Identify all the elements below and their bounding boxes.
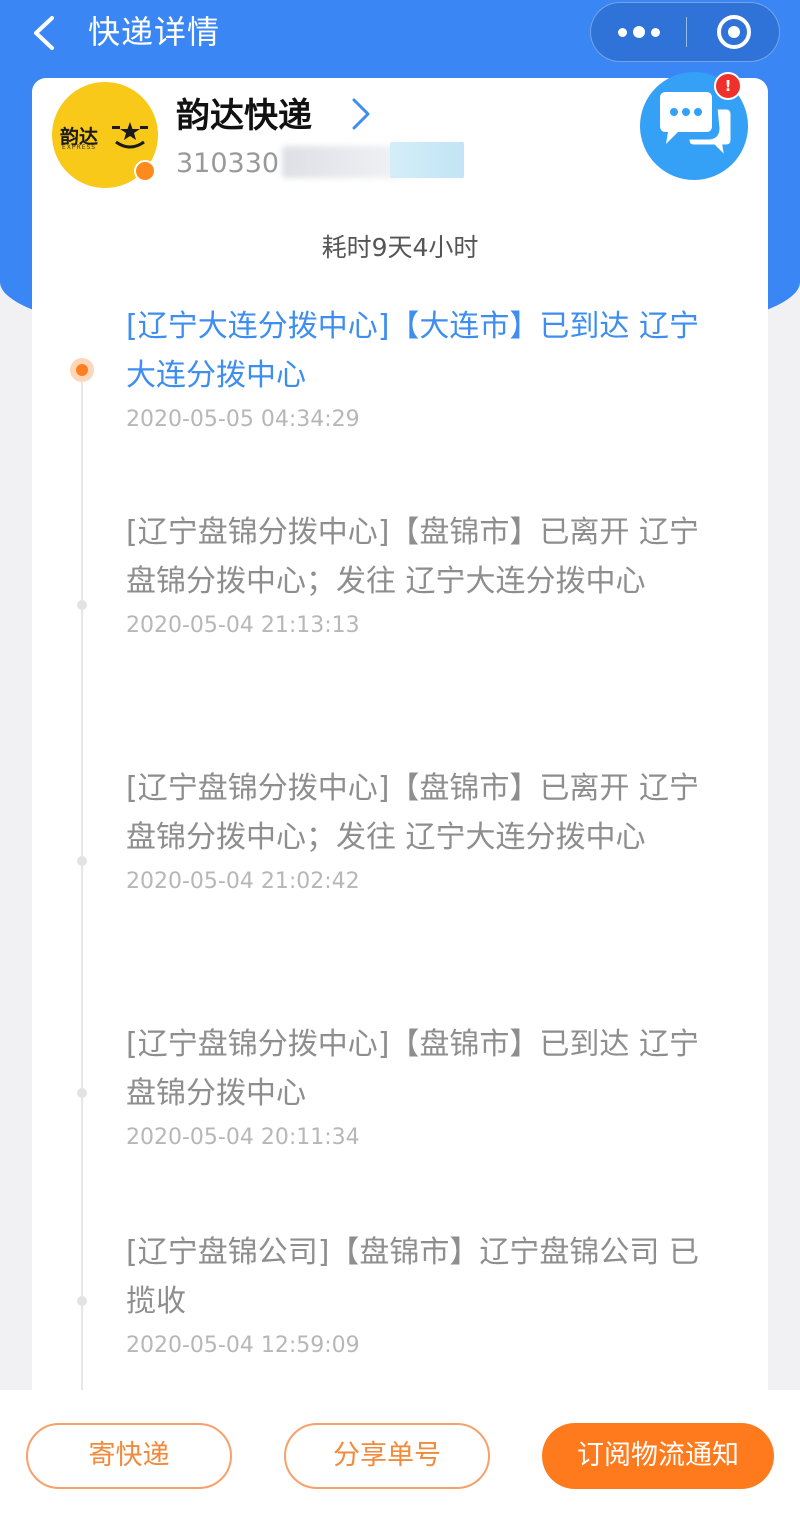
event-description: [辽宁盘锦分拨中心]【盘锦市】已离开 辽宁盘锦分拨中心；发往 辽宁大连分拨中心 [126,771,699,855]
tracking-card: 韵达 EXPRESS 韵达快递 310330 ! 耗时9天4小时 [辽宁大连分拨… [32,72,768,1390]
event-timestamp: 2020-05-04 21:02:42 [126,869,360,894]
timeline-dot [77,856,87,866]
timeline-event: [辽宁盘锦公司]【盘锦市】辽宁盘锦公司 已揽收 2020-05-04 12:59… [126,1228,726,1364]
event-timestamp: 2020-05-04 12:59:09 [126,1333,360,1358]
smile-icon [112,122,148,149]
notification-badge: ! [714,72,742,100]
timeline-dot [77,1296,87,1306]
redacted-blur [282,146,402,178]
timeline-event: [辽宁大连分拨中心]【大连市】已到达 辽宁大连分拨中心 2020-05-05 0… [126,302,726,438]
company-name[interactable]: 韵达快递 [176,92,312,140]
target-icon [717,15,751,49]
event-description: [辽宁盘锦分拨中心]【盘锦市】已到达 辽宁盘锦分拨中心 [126,1027,699,1111]
event-timestamp: 2020-05-05 04:34:29 [126,407,360,432]
timeline-event: [辽宁盘锦分拨中心]【盘锦市】已离开 辽宁盘锦分拨中心；发往 辽宁大连分拨中心 … [126,764,726,900]
timeline-dot [77,1088,87,1098]
more-dots-icon [617,27,627,37]
event-description: [辽宁盘锦分拨中心]【盘锦市】已离开 辽宁盘锦分拨中心；发往 辽宁大连分拨中心 [126,515,699,599]
event-description: [辽宁大连分拨中心]【大连市】已到达 辽宁大连分拨中心 [126,309,699,393]
mini-program-capsule [590,2,780,62]
timeline-dot-active [70,358,94,382]
timeline-event: [辽宁盘锦分拨中心]【盘锦市】已到达 辽宁盘锦分拨中心 2020-05-04 2… [126,1020,726,1156]
logo-subtext: EXPRESS [62,144,97,151]
send-express-button[interactable]: 寄快递 [26,1423,232,1489]
timeline-event: [辽宁盘锦分拨中心]【盘锦市】已离开 辽宁盘锦分拨中心；发往 辽宁大连分拨中心 … [126,508,726,644]
transit-duration: 耗时9天4小时 [321,233,479,262]
subscribe-notifications-button[interactable]: 订阅物流通知 [542,1423,774,1489]
back-button[interactable] [26,10,62,56]
page-title: 快递详情 [88,13,221,51]
navigation-bar: 快递详情 [0,0,800,70]
more-options-button[interactable] [591,3,686,61]
share-tracking-number-button[interactable]: 分享单号 [284,1423,490,1489]
event-timestamp: 2020-05-04 21:13:13 [126,613,360,638]
close-mini-program-button[interactable] [687,3,781,61]
redacted-patch [390,142,464,178]
chevron-left-icon [34,16,54,50]
event-description: [辽宁盘锦公司]【盘锦市】辽宁盘锦公司 已揽收 [126,1235,699,1319]
verified-badge-icon [134,160,156,182]
timeline-line [81,370,83,1390]
event-timestamp: 2020-05-04 20:11:34 [126,1125,360,1150]
bottom-action-bar: 寄快递 分享单号 订阅物流通知 [0,1390,800,1515]
chat-bubbles-icon [660,92,734,162]
timeline-dot [77,600,87,610]
chevron-right-icon[interactable] [348,94,374,134]
tracking-number: 310330 [176,148,280,179]
